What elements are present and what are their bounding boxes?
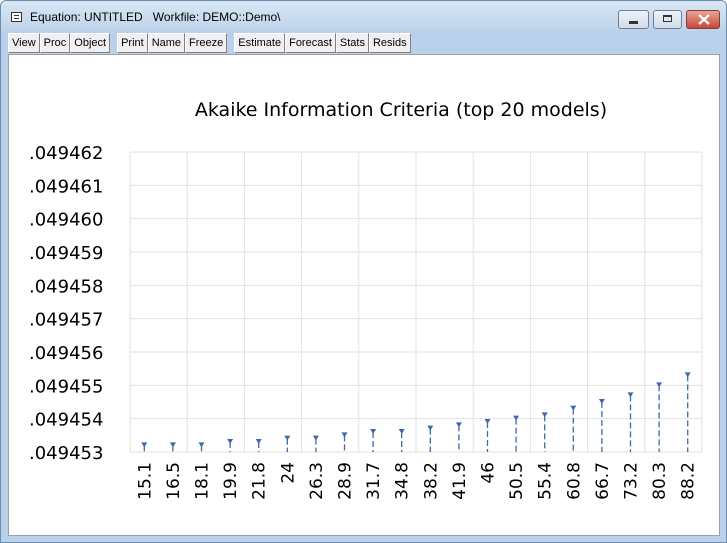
x-tick-label: 28.9: [336, 462, 356, 500]
data-point-marker: [198, 442, 205, 448]
x-tick-label: 34.8: [393, 462, 413, 500]
y-tick-label: .049457: [29, 310, 103, 331]
x-tick-label: 26.3: [307, 462, 327, 500]
x-tick-label: 73.2: [622, 462, 642, 500]
x-tick-label: 19.9: [221, 462, 241, 500]
x-tick-label: 24: [278, 462, 298, 484]
data-point-marker: [255, 439, 262, 444]
y-tick-label: .049460: [29, 210, 103, 231]
data-point-marker: [541, 412, 548, 418]
y-tick-label: .049459: [29, 243, 103, 264]
x-tick-label: 41.9: [450, 462, 470, 500]
data-point-marker: [484, 419, 491, 424]
x-tick-label: 16.5: [164, 462, 184, 500]
y-tick-label: .049458: [29, 276, 103, 297]
x-tick-label: 21.8: [250, 462, 270, 500]
data-point-marker: [312, 435, 319, 441]
x-tick-label: 15.1: [135, 462, 155, 500]
data-point-marker: [398, 429, 405, 434]
x-tick-label: 31.7: [364, 462, 384, 500]
data-point-marker: [141, 442, 148, 448]
x-tick-label: 38.2: [421, 462, 441, 500]
y-tick-label: .049462: [29, 143, 103, 164]
data-point-marker: [169, 442, 176, 448]
x-tick-label: 50.5: [507, 462, 527, 500]
chart-title: Akaike Information Criteria (top 20 mode…: [195, 99, 607, 121]
data-point-marker: [284, 435, 291, 441]
x-tick-label: 60.8: [564, 462, 584, 500]
x-tick-label: 88.2: [679, 462, 699, 500]
y-tick-label: .049456: [29, 343, 103, 364]
x-tick-label: 80.3: [650, 462, 670, 500]
data-point-marker: [570, 405, 577, 411]
data-point-marker: [684, 372, 691, 378]
data-point-marker: [627, 392, 634, 398]
y-tick-label: .049461: [29, 176, 103, 197]
x-tick-label: 46: [479, 462, 499, 484]
data-point-marker: [370, 429, 377, 434]
data-point-marker: [455, 422, 462, 428]
y-tick-label: .049453: [29, 443, 103, 464]
equation-window: Equation: UNTITLED Workfile: DEMO::Demo\…: [0, 0, 727, 543]
x-tick-label: 55.4: [536, 462, 556, 500]
x-tick-label: 18.1: [193, 462, 213, 500]
data-point-marker: [598, 399, 605, 404]
y-tick-label: .049455: [29, 376, 103, 397]
x-tick-label: 66.7: [593, 462, 613, 500]
graph-view: Akaike Information Criteria (top 20 mode…: [8, 54, 720, 536]
y-tick-label: .049454: [29, 410, 103, 431]
data-point-marker: [427, 425, 434, 431]
data-point-marker: [227, 439, 234, 444]
aic-chart: Akaike Information Criteria (top 20 mode…: [29, 99, 703, 500]
data-point-marker: [341, 432, 348, 438]
